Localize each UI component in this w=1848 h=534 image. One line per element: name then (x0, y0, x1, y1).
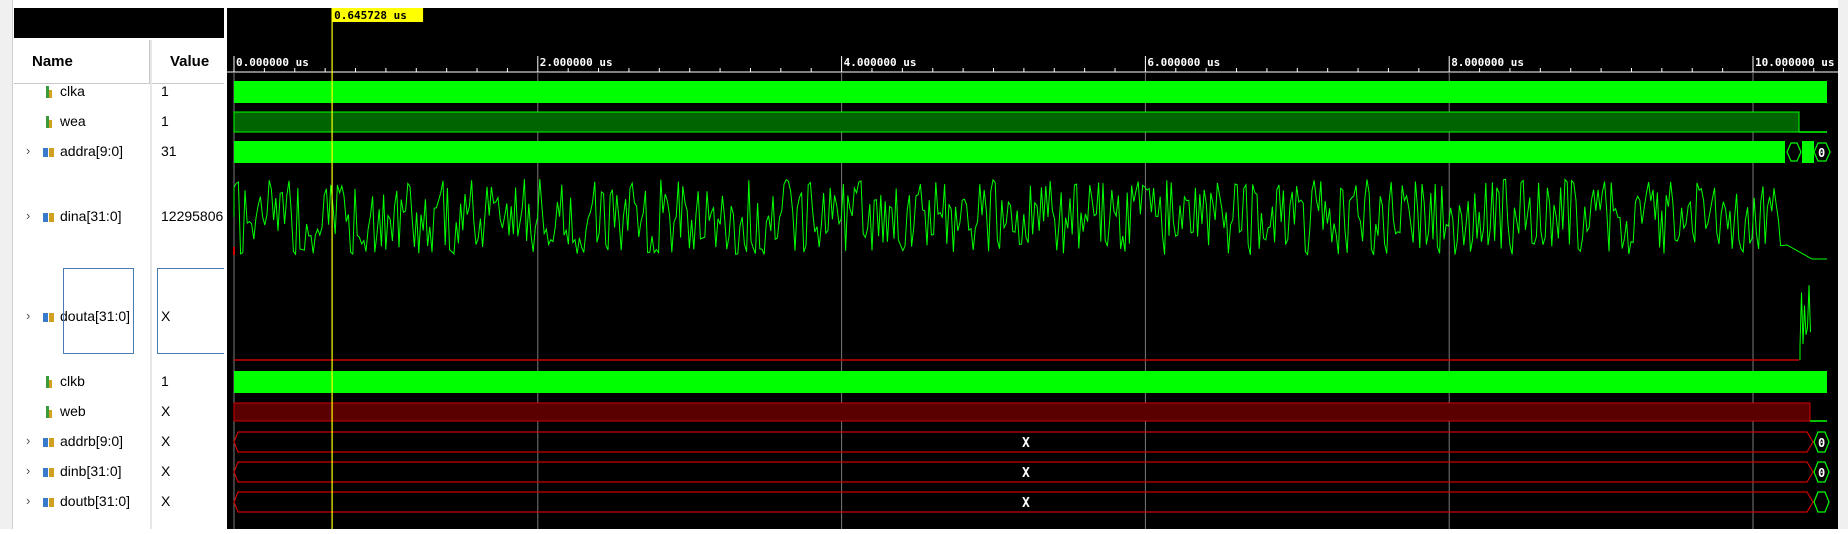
signal-row[interactable]: › addrb[9:0] X (14, 433, 226, 451)
time-tick-label: 10.000000 us (1755, 56, 1834, 69)
douta-name-selection (63, 268, 134, 354)
bus-value-label: X (1022, 436, 1030, 451)
time-tick-label: 8.000000 us (1451, 56, 1524, 69)
right-edge-strip (1838, 0, 1848, 529)
bit-signal-icon (46, 86, 52, 98)
signal-name: clka (60, 83, 85, 99)
bus-value-label: X (1022, 496, 1030, 511)
bus-value-label: X (1022, 466, 1030, 481)
bus-signal-icon (43, 148, 54, 157)
signal-name: clkb (60, 373, 85, 389)
signal-row[interactable]: › addra[9:0] 31 (14, 143, 226, 161)
signal-name: doutb[31:0] (60, 493, 131, 509)
cursor-time-label: 0.645728 us (334, 9, 407, 22)
time-tick-label: 2.000000 us (540, 56, 613, 69)
bit-signal-icon (46, 406, 52, 418)
signal-name: dinb[31:0] (60, 463, 122, 479)
signal-value: X (161, 433, 171, 449)
time-tick-label: 6.000000 us (1147, 56, 1220, 69)
signal-value: 31 (161, 143, 177, 159)
signal-name: web (60, 403, 86, 419)
signal-row[interactable]: › doutb[31:0] X (14, 493, 226, 511)
signal-value: 12295806 (161, 208, 224, 224)
name-column-header[interactable]: Name (14, 40, 150, 84)
signal-name: wea (60, 113, 86, 129)
expand-chevron-icon[interactable]: › (26, 208, 30, 223)
expand-chevron-icon[interactable]: › (26, 308, 30, 323)
signal-row[interactable]: web X (14, 403, 226, 421)
bus-signal-icon (43, 438, 54, 447)
time-tick-label: 4.000000 us (844, 56, 917, 69)
clock-waveform (234, 81, 1827, 103)
dina-waveform (233, 178, 1827, 260)
signal-row[interactable]: clkb 1 (14, 373, 226, 391)
signal-row[interactable]: wea 1 (14, 113, 226, 131)
waveform-panel[interactable]: 0.000000 us 2.000000 us 4.000000 us 6.00000… (227, 8, 1848, 529)
signal-row[interactable]: › dina[31:0] 12295806 (14, 208, 226, 226)
expand-chevron-icon[interactable]: › (26, 143, 30, 158)
bus-signal-icon (43, 498, 54, 507)
value-column-header[interactable]: Value (152, 40, 226, 84)
expand-chevron-icon[interactable]: › (26, 433, 30, 448)
names-top-bar (14, 8, 226, 38)
signal-name: dina[31:0] (60, 208, 122, 224)
signal-name: addrb[9:0] (60, 433, 124, 449)
signal-names-panel: Name Value clka 1 wea 1 › addra[9:0] 31 › dina[3… (14, 8, 226, 529)
bus-end-value: 0 (1818, 436, 1825, 450)
signal-value: X (161, 493, 171, 509)
time-tick-label: 0.000000 us (236, 56, 309, 69)
bus-end-value: 0 (1818, 466, 1825, 480)
bus-end-box (1813, 491, 1830, 513)
signal-value: 1 (161, 373, 169, 389)
addra-segment (1802, 141, 1814, 163)
bit-signal-icon (46, 376, 52, 388)
bit-signal-icon (46, 116, 52, 128)
left-toolbar-strip (0, 0, 13, 529)
clock-waveform (234, 371, 1827, 393)
waveform-canvas[interactable]: 0.000000 us 2.000000 us 4.000000 us 6.00000… (227, 8, 1838, 529)
expand-chevron-icon[interactable]: › (26, 463, 30, 478)
bus-signal-icon (43, 213, 54, 222)
wea-high (233, 111, 1800, 133)
signal-name: addra[9:0] (60, 143, 124, 159)
addra-bus (234, 141, 1785, 163)
bus-signal-icon (43, 313, 54, 322)
signal-row[interactable]: › dinb[31:0] X (14, 463, 226, 481)
expand-chevron-icon[interactable]: › (26, 493, 30, 508)
addra-end-value: 0 (1818, 146, 1825, 160)
signal-value: 1 (161, 113, 169, 129)
signal-value: 1 (161, 83, 169, 99)
signal-value: X (161, 463, 171, 479)
douta-waveform (1799, 285, 1811, 360)
web-undefined (233, 402, 1811, 422)
douta-value-selection (157, 268, 226, 354)
signal-value: X (161, 403, 171, 419)
signal-row[interactable]: clka 1 (14, 83, 226, 101)
addra-transition (1786, 142, 1802, 162)
bus-signal-icon (43, 468, 54, 477)
